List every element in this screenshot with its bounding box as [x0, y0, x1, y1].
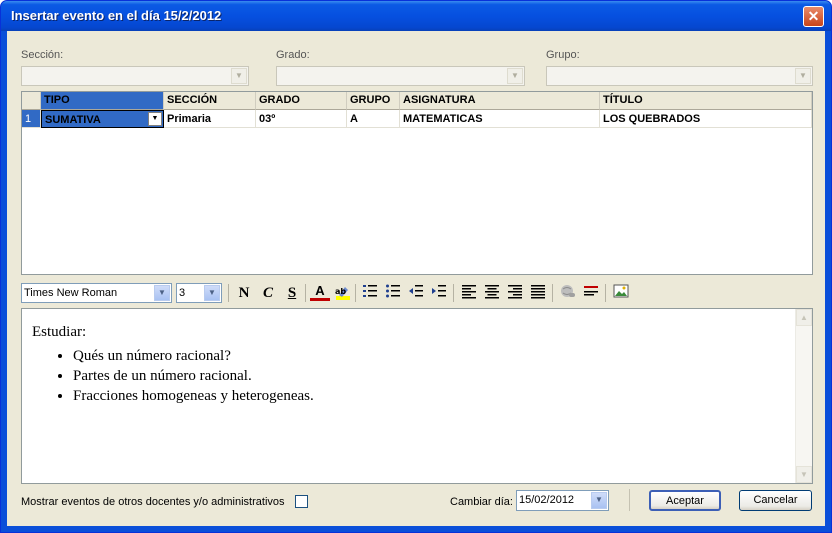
column-header-grado[interactable]: GRADO	[256, 92, 347, 110]
chevron-down-icon: ▼	[591, 492, 607, 509]
image-icon	[613, 284, 629, 298]
bold-button[interactable]: N	[234, 283, 254, 303]
font-name-select[interactable]: Times New Roman ▼	[21, 283, 172, 303]
list-item: Qués un número racional?	[73, 346, 314, 366]
toolbar-separator	[453, 284, 454, 302]
list-item: Partes de un número racional.	[73, 366, 314, 386]
seccion-cell[interactable]: Primaria	[164, 110, 256, 128]
accept-button[interactable]: Aceptar	[649, 490, 721, 511]
justify-button[interactable]	[528, 283, 548, 303]
dialog-body: Sección: Grado: Grupo: ▼ ▼ ▼ TIPO SECCIÓ…	[7, 31, 825, 526]
indent-icon	[432, 285, 446, 297]
row-number[interactable]: 1	[22, 110, 41, 128]
date-picker[interactable]: 15/02/2012 ▼	[516, 490, 609, 511]
close-icon: ✕	[807, 8, 820, 24]
show-others-label: Mostrar eventos de otros docentes y/o ad…	[21, 496, 285, 508]
bulleted-list-icon	[386, 284, 400, 298]
insert-link-button[interactable]	[558, 283, 578, 303]
show-others-checkbox[interactable]	[295, 495, 308, 508]
grado-label: Grado:	[276, 49, 310, 61]
font-size-value: 3	[179, 287, 186, 299]
numbered-list-icon	[363, 285, 377, 297]
seccion-label: Sección:	[21, 49, 64, 61]
tipo-cell: SUMATIVA	[45, 114, 101, 126]
align-center-icon	[485, 285, 499, 299]
highlight-button[interactable]: ab	[333, 283, 353, 303]
asignatura-cell[interactable]: MATEMATICAS	[400, 110, 600, 128]
align-justify-icon	[531, 285, 545, 299]
row-header-corner	[22, 92, 41, 110]
grupo-label: Grupo:	[546, 49, 580, 61]
outdent-icon	[409, 285, 423, 297]
bulleted-list-button[interactable]	[383, 283, 403, 303]
grupo-select[interactable]: ▼	[546, 66, 813, 86]
column-header-grupo[interactable]: GRUPO	[347, 92, 400, 110]
tipo-cell-editor[interactable]: SUMATIVA ▼	[41, 110, 164, 128]
decrease-indent-button[interactable]	[406, 283, 426, 303]
horizontal-rule-icon	[584, 286, 598, 296]
font-size-select[interactable]: 3 ▼	[176, 283, 222, 303]
chevron-down-icon: ▼	[507, 68, 523, 84]
increase-indent-button[interactable]	[429, 283, 449, 303]
title-bar[interactable]: Insertar evento en el día 15/2/2012 ✕	[1, 1, 831, 31]
toolbar-separator	[552, 284, 553, 302]
dialog-window: Insertar evento en el día 15/2/2012 ✕ Se…	[0, 0, 832, 533]
toolbar-separator	[228, 284, 229, 302]
chevron-down-icon: ▼	[795, 68, 811, 84]
globe-link-icon	[561, 285, 575, 297]
titulo-cell[interactable]: LOS QUEBRADOS	[600, 110, 812, 128]
scroll-down-icon[interactable]: ▼	[796, 466, 812, 483]
date-value: 15/02/2012	[519, 494, 575, 506]
description-editor[interactable]: Estudiar: Qués un número racional? Parte…	[21, 308, 813, 484]
window-title: Insertar evento en el día 15/2/2012	[11, 8, 222, 23]
chevron-down-icon: ▼	[154, 285, 170, 301]
column-header-tipo[interactable]: TIPO	[41, 92, 164, 110]
column-header-titulo[interactable]: TÍTULO	[600, 92, 812, 110]
column-header-seccion[interactable]: SECCIÓN	[164, 92, 256, 110]
chevron-down-icon[interactable]: ▼	[148, 112, 162, 126]
toolbar-separator	[605, 284, 606, 302]
cancel-button[interactable]: Cancelar	[739, 490, 812, 511]
editor-heading: Estudiar:	[32, 324, 87, 340]
align-center-button[interactable]	[482, 283, 502, 303]
font-color-button[interactable]: A	[310, 283, 330, 301]
events-grid: TIPO SECCIÓN GRADO GRUPO ASIGNATURA TÍTU…	[21, 91, 813, 275]
numbered-list-button[interactable]	[360, 283, 380, 303]
horizontal-rule-button[interactable]	[581, 283, 601, 303]
chevron-down-icon: ▼	[231, 68, 247, 84]
editor-scrollbar[interactable]: ▲ ▼	[795, 309, 812, 483]
grado-select[interactable]: ▼	[276, 66, 525, 86]
chevron-down-icon: ▼	[204, 285, 220, 301]
italic-button[interactable]: C	[258, 283, 278, 303]
align-left-button[interactable]	[459, 283, 479, 303]
formatting-toolbar: Times New Roman ▼ 3 ▼ N C S A ab	[21, 281, 813, 305]
insert-image-button[interactable]	[611, 283, 631, 303]
grado-cell[interactable]: 03º	[256, 110, 347, 128]
seccion-select[interactable]: ▼	[21, 66, 249, 86]
change-day-label: Cambiar día:	[450, 496, 513, 508]
align-right-icon	[508, 285, 522, 299]
footer-separator	[629, 489, 630, 511]
underline-button[interactable]: S	[282, 283, 302, 303]
align-right-button[interactable]	[505, 283, 525, 303]
grupo-cell[interactable]: A	[347, 110, 400, 128]
toolbar-separator	[305, 284, 306, 302]
editor-bullet-list: Qués un número racional? Partes de un nú…	[32, 346, 314, 406]
highlighter-icon: ab	[335, 287, 350, 300]
list-item: Fracciones homogeneas y heterogeneas.	[73, 386, 314, 406]
svg-text:ab: ab	[335, 287, 346, 296]
font-name-value: Times New Roman	[24, 287, 118, 299]
toolbar-separator	[355, 284, 356, 302]
scroll-up-icon[interactable]: ▲	[796, 309, 812, 326]
align-left-icon	[462, 285, 476, 299]
column-header-asignatura[interactable]: ASIGNATURA	[400, 92, 600, 110]
close-button[interactable]: ✕	[803, 6, 824, 27]
